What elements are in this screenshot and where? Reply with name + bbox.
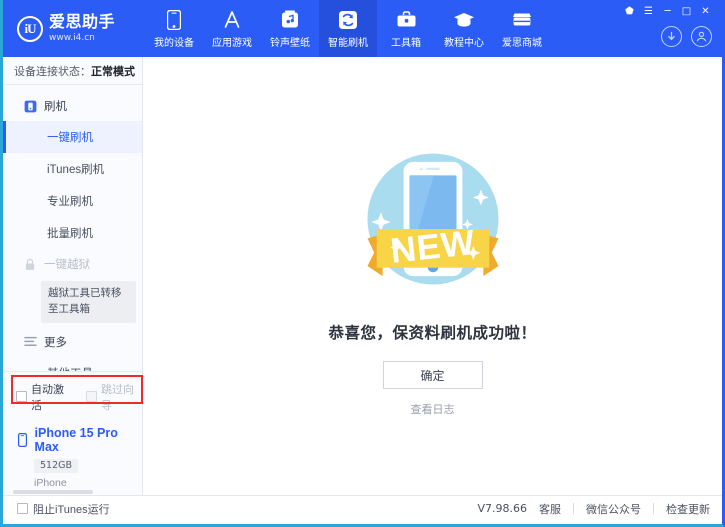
account-area (661, 26, 712, 47)
status-bar: 阻止iTunes运行 V7.98.66 客服 微信公众号 检查更新 (3, 495, 722, 521)
title-bar: iU 爱思助手 www.i4.cn 我的设备 应用游戏 铃声壁纸 智能刷机 工具… (3, 0, 722, 57)
device-connection-status: 设备连接状态： 正常模式 (3, 57, 142, 85)
sidebar-item-label: iTunes刷机 (47, 164, 105, 176)
skip-wizard-checkbox: 跳过向导 (86, 381, 142, 413)
nav-item-ringtone-wallpaper[interactable]: 铃声壁纸 (261, 0, 319, 57)
sidebar-item-batch-flash[interactable]: 批量刷机 (3, 217, 142, 249)
sidebar-item-label: 专业刷机 (47, 196, 93, 208)
sidebar-group-more[interactable]: 更多 (3, 327, 142, 357)
device-options: 自动激活 跳过向导 (3, 372, 143, 422)
nav-label: 我的设备 (154, 37, 194, 49)
app-logo: iU 爱思助手 www.i4.cn (3, 13, 133, 43)
sidebar-menu: 刷机 一键刷机 iTunes刷机 专业刷机 批量刷机 一键越狱 越狱工具已转移至… (3, 85, 142, 371)
nav-item-smart-flash[interactable]: 智能刷机 (319, 0, 377, 57)
sidebar-item-other-tools[interactable]: 其他工具 (3, 357, 142, 371)
logo-url: www.i4.cn (49, 32, 95, 43)
main-content: NEW 恭喜您，保资料刷机成功啦！ 确定 查看日志 (143, 57, 722, 495)
check-update-link[interactable]: 检查更新 (666, 501, 710, 517)
app-body: 设备连接状态： 正常模式 刷机 一键刷机 iTunes刷机 专业刷机 批量刷机 … (3, 57, 722, 495)
logo-name: 爱思助手 (49, 13, 116, 31)
music-icon (281, 9, 299, 31)
customer-service-link[interactable]: 客服 (539, 501, 561, 517)
sidebar-item-label: 批量刷机 (47, 228, 93, 240)
sidebar-item-label: 一键刷机 (47, 132, 93, 144)
download-icon[interactable] (661, 26, 682, 47)
minimize-button[interactable]: ─ (659, 4, 676, 19)
sidebar: 设备连接状态： 正常模式 刷机 一键刷机 iTunes刷机 专业刷机 批量刷机 … (3, 57, 143, 495)
jailbreak-moved-tooltip: 越狱工具已转移至工具箱 (41, 281, 136, 323)
phone-small-icon (16, 432, 30, 447)
sidebar-group-flash[interactable]: 刷机 (3, 91, 142, 121)
checkbox-box (17, 503, 28, 514)
device-capacity-badge: 512GB (34, 458, 79, 473)
status-label: 设备连接状态： (14, 65, 91, 78)
window-controls: ⬟ ☰ ─ □ ✕ (621, 4, 714, 19)
sidebar-item-one-key-flash[interactable]: 一键刷机 (3, 121, 142, 153)
graduation-cap-icon (453, 9, 475, 31)
block-itunes-label: 阻止iTunes运行 (33, 503, 110, 516)
new-phone-badge-illustration: NEW (366, 153, 499, 285)
nav-item-toolbox[interactable]: 工具箱 (377, 0, 435, 57)
version-label: V7.98.66 (477, 502, 527, 515)
nav-label: 智能刷机 (328, 37, 368, 49)
skin-icon[interactable]: ⬟ (621, 4, 638, 19)
nav-label: 工具箱 (391, 37, 421, 49)
success-message: 恭喜您，保资料刷机成功啦！ (328, 325, 537, 342)
main-nav: 我的设备 应用游戏 铃声壁纸 智能刷机 工具箱 教程中心 爱思商城 (145, 0, 551, 57)
store-icon (511, 9, 533, 31)
auto-activate-checkbox[interactable]: 自动激活 (16, 381, 72, 413)
nav-item-store[interactable]: 爱思商城 (493, 0, 551, 57)
separator (573, 503, 574, 514)
logo-mark-icon: iU (17, 15, 43, 42)
logo-text: 爱思助手 www.i4.cn (49, 13, 116, 43)
wechat-official-link[interactable]: 微信公众号 (586, 501, 641, 517)
checkbox-box (86, 391, 97, 402)
sidebar-item-pro-flash[interactable]: 专业刷机 (3, 185, 142, 217)
more-lines-icon (23, 335, 37, 349)
nav-label: 铃声壁纸 (270, 37, 310, 49)
maximize-button[interactable]: □ (678, 4, 695, 19)
nav-item-my-device[interactable]: 我的设备 (145, 0, 203, 57)
device-panel: 自动激活 跳过向导 iPhone 15 Pro Max 512GB iPhone (3, 370, 143, 496)
toolbox-icon (396, 9, 417, 31)
nav-label: 教程中心 (444, 37, 484, 49)
checkbox-box (16, 391, 27, 402)
flash-device-icon (23, 99, 37, 113)
option-label: 自动激活 (31, 383, 64, 412)
separator (653, 503, 654, 514)
block-itunes-checkbox[interactable]: 阻止iTunes运行 (17, 501, 110, 517)
nav-label: 应用游戏 (212, 37, 252, 49)
device-name-label: iPhone 15 Pro Max (34, 425, 118, 454)
menu-icon[interactable]: ☰ (640, 4, 657, 19)
status-bar-right: V7.98.66 客服 微信公众号 检查更新 (477, 501, 710, 517)
close-button[interactable]: ✕ (697, 4, 714, 19)
sidebar-item-label: 一键越狱 (44, 259, 90, 271)
sidebar-group-label: 更多 (44, 336, 67, 349)
status-value: 正常模式 (91, 65, 135, 78)
nav-label: 爱思商城 (502, 37, 542, 49)
appstore-icon (222, 9, 242, 31)
refresh-icon (338, 9, 358, 31)
sidebar-item-one-key-jailbreak: 一键越狱 (3, 249, 142, 279)
app-window: iU 爱思助手 www.i4.cn 我的设备 应用游戏 铃声壁纸 智能刷机 工具… (0, 0, 725, 527)
device-type-label: iPhone (34, 477, 67, 489)
nav-item-apps-games[interactable]: 应用游戏 (203, 0, 261, 57)
phone-icon (167, 9, 181, 31)
view-log-link[interactable]: 查看日志 (411, 401, 455, 417)
sidebar-horizontal-scrollbar[interactable] (13, 490, 93, 494)
option-label: 跳过向导 (101, 383, 134, 412)
sidebar-group-label: 刷机 (44, 101, 67, 113)
nav-item-tutorial-center[interactable]: 教程中心 (435, 0, 493, 57)
lock-icon (23, 257, 37, 271)
sidebar-item-itunes-flash[interactable]: iTunes刷机 (3, 153, 142, 185)
connected-device-name[interactable]: iPhone 15 Pro Max (3, 422, 142, 454)
user-avatar-icon[interactable] (691, 26, 712, 47)
confirm-button[interactable]: 确定 (382, 361, 483, 389)
